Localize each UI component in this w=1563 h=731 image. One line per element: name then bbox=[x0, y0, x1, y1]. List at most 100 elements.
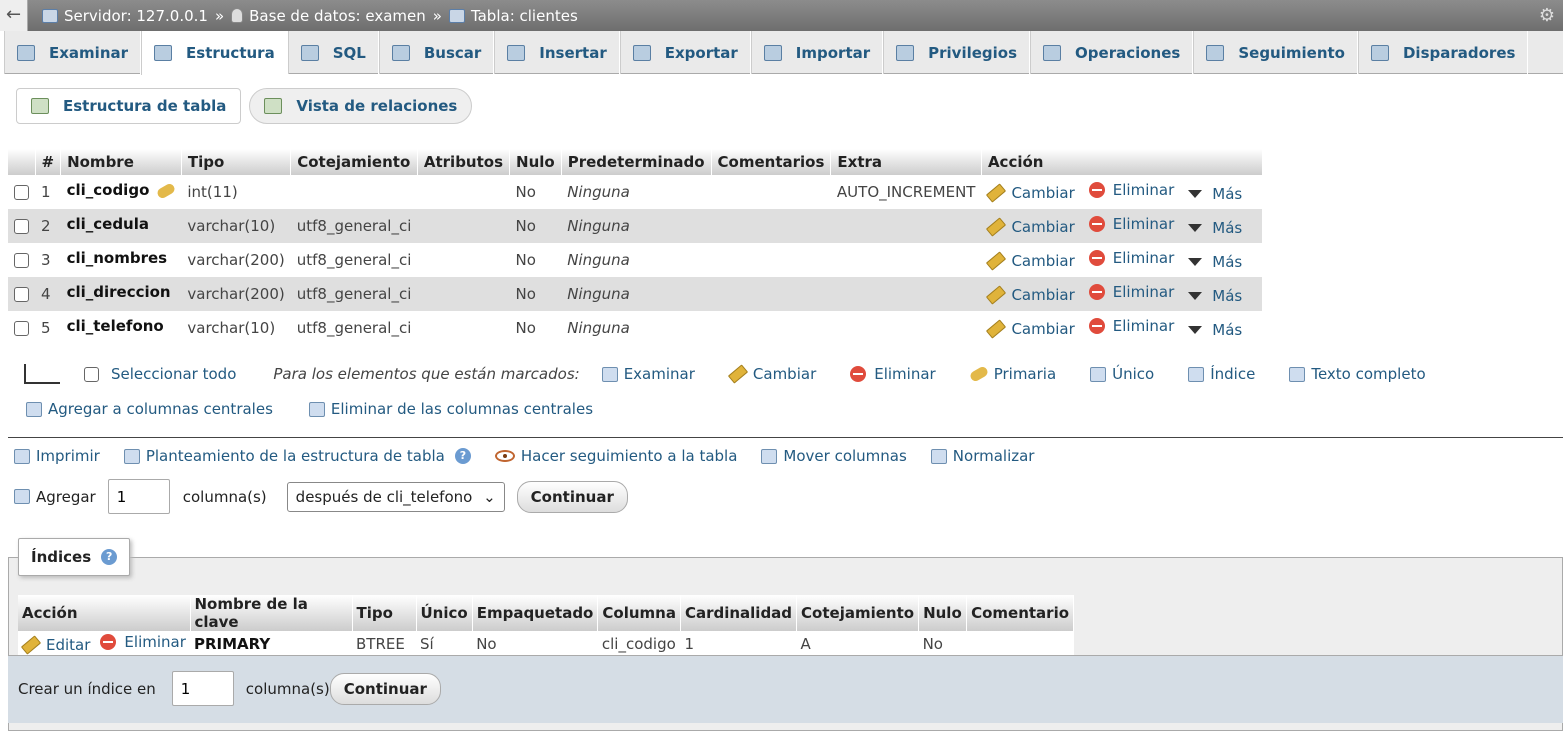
track-table-link[interactable]: Hacer seguimiento a la tabla bbox=[494, 447, 737, 465]
more-dropdown[interactable]: Más bbox=[1188, 219, 1242, 237]
column-default: Ninguna bbox=[561, 243, 712, 277]
column-header: Extra bbox=[830, 149, 982, 175]
change-link[interactable]: Cambiar bbox=[986, 217, 1075, 237]
delete-icon bbox=[1088, 216, 1105, 232]
relation-view-button[interactable]: Vista de relaciones bbox=[249, 88, 473, 124]
drop-link[interactable]: Eliminar bbox=[1088, 215, 1174, 233]
bulk-unique-button[interactable]: Único bbox=[1090, 365, 1154, 383]
tab-exportar[interactable]: Exportar bbox=[619, 31, 751, 74]
add-columns-count-input[interactable] bbox=[107, 479, 170, 514]
drop-index-link[interactable]: Eliminar bbox=[100, 633, 186, 651]
more-dropdown[interactable]: Más bbox=[1188, 287, 1242, 305]
row-checkbox[interactable] bbox=[14, 287, 29, 302]
column-position-value: después de cli_telefono bbox=[295, 487, 473, 506]
tab-sql[interactable]: SQL bbox=[287, 31, 379, 74]
column-header: Cotejamiento bbox=[290, 149, 418, 175]
tab-importar[interactable]: Importar bbox=[750, 31, 884, 74]
bulk-change-button[interactable]: Cambiar bbox=[727, 364, 816, 384]
drop-link[interactable]: Eliminar bbox=[1088, 249, 1174, 267]
sub-navigation: Estructura de tabla Vista de relaciones bbox=[16, 88, 473, 124]
breadcrumb-table[interactable]: Tabla: clientes bbox=[471, 7, 578, 25]
gear-icon[interactable]: ⚙ bbox=[1539, 5, 1555, 26]
column-name: cli_direccion bbox=[60, 277, 182, 311]
add-central-columns-button[interactable]: Agregar a columnas centrales bbox=[26, 400, 273, 418]
tracking-icon bbox=[1206, 44, 1225, 61]
column-null: No bbox=[509, 277, 562, 311]
primary-key-icon bbox=[968, 365, 989, 383]
row-checkbox[interactable] bbox=[14, 253, 29, 268]
row-actions: Cambiar Eliminar Más bbox=[981, 311, 1263, 345]
more-dropdown[interactable]: Más bbox=[1188, 253, 1242, 271]
print-link[interactable]: Imprimir bbox=[14, 447, 100, 465]
back-arrow-icon[interactable]: ← bbox=[0, 0, 28, 31]
tab-buscar[interactable]: Buscar bbox=[378, 31, 495, 74]
bulk-action-label: Eliminar bbox=[874, 365, 936, 383]
row-checkbox[interactable] bbox=[14, 321, 29, 336]
change-link[interactable]: Cambiar bbox=[986, 183, 1075, 203]
tab-estructura[interactable]: Estructura bbox=[141, 31, 288, 75]
row-number: 5 bbox=[35, 311, 61, 345]
move-columns-link[interactable]: Mover columnas bbox=[761, 447, 907, 465]
table-row: 4 cli_direccion varchar(200) utf8_genera… bbox=[8, 277, 1263, 311]
more-label: Más bbox=[1212, 219, 1243, 237]
bulk-actions: Seleccionar todo Para los elementos que … bbox=[24, 364, 1426, 384]
table-row: Editar Eliminar PRIMARY BTREE Sí No cli_c… bbox=[18, 631, 1074, 656]
bulk-fulltext-button[interactable]: Texto completo bbox=[1289, 365, 1426, 383]
pencil-icon bbox=[20, 635, 42, 655]
add-columns-continue-button[interactable]: Continuar bbox=[516, 480, 628, 513]
tab-operaciones[interactable]: Operaciones bbox=[1030, 31, 1194, 74]
tab-seguimiento[interactable]: Seguimiento bbox=[1193, 31, 1358, 74]
column-extra bbox=[830, 209, 982, 243]
edit-index-link[interactable]: Editar bbox=[20, 635, 90, 655]
help-icon[interactable]: ? bbox=[454, 448, 471, 464]
row-checkbox[interactable] bbox=[14, 185, 29, 200]
bulk-action-label: Índice bbox=[1210, 365, 1256, 383]
delete-icon bbox=[1088, 318, 1105, 334]
drop-link[interactable]: Eliminar bbox=[1088, 283, 1174, 301]
select-all-label[interactable]: Seleccionar todo bbox=[111, 365, 236, 383]
column-position-select[interactable]: después de cli_telefono ⌄ bbox=[286, 481, 505, 512]
tab-label: SQL bbox=[332, 43, 366, 62]
drop-label: Eliminar bbox=[1112, 181, 1175, 199]
select-all-checkbox[interactable] bbox=[84, 366, 99, 382]
change-link[interactable]: Cambiar bbox=[986, 251, 1075, 271]
column-default: Ninguna bbox=[561, 277, 712, 311]
table-structure-button[interactable]: Estructura de tabla bbox=[16, 88, 242, 124]
move-icon bbox=[761, 448, 778, 464]
breadcrumb-separator: » bbox=[214, 6, 225, 25]
remove-central-columns-button[interactable]: Eliminar de las columnas centrales bbox=[308, 400, 593, 418]
add-columns-form: Agregar columna(s) después de cli_telefo… bbox=[14, 479, 628, 514]
column-type: varchar(200) bbox=[181, 243, 291, 277]
tab-privilegios[interactable]: Privilegios bbox=[883, 31, 1031, 74]
table-header-row: Acción Nombre de la clave Tipo Único Emp… bbox=[18, 595, 1075, 631]
change-link[interactable]: Cambiar bbox=[986, 285, 1075, 305]
bulk-browse-button[interactable]: Examinar bbox=[601, 365, 695, 383]
delete-icon bbox=[100, 634, 117, 650]
help-icon[interactable]: ? bbox=[101, 549, 118, 565]
drop-link[interactable]: Eliminar bbox=[1088, 317, 1174, 335]
tab-label: Buscar bbox=[423, 43, 482, 62]
breadcrumb-server[interactable]: Servidor: 127.0.0.1 bbox=[64, 7, 208, 25]
breadcrumb-database[interactable]: Base de datos: examen bbox=[249, 7, 426, 25]
more-dropdown[interactable]: Más bbox=[1188, 185, 1242, 203]
tab-disparadores[interactable]: Disparadores bbox=[1357, 31, 1529, 74]
drop-link[interactable]: Eliminar bbox=[1088, 181, 1175, 199]
propose-structure-link[interactable]: Planteamiento de la estructura de tabla? bbox=[123, 447, 471, 465]
change-link[interactable]: Cambiar bbox=[986, 319, 1075, 339]
bulk-primary-button[interactable]: Primaria bbox=[968, 365, 1056, 383]
bulk-drop-button[interactable]: Eliminar bbox=[850, 365, 936, 383]
tab-examinar[interactable]: Examinar bbox=[4, 31, 142, 74]
normalize-link[interactable]: Normalizar bbox=[930, 447, 1034, 465]
row-checkbox[interactable] bbox=[14, 219, 29, 234]
more-label: Más bbox=[1212, 321, 1243, 339]
column-header[interactable]: Nombre bbox=[60, 149, 182, 175]
column-header: Acción bbox=[18, 595, 191, 631]
bulk-index-button[interactable]: Índice bbox=[1188, 365, 1255, 383]
more-dropdown[interactable]: Más bbox=[1188, 321, 1242, 339]
relation-icon bbox=[264, 98, 283, 114]
row-checkbox-cell bbox=[8, 311, 35, 345]
tab-insertar[interactable]: Insertar bbox=[494, 31, 620, 74]
create-index-count-input[interactable] bbox=[171, 671, 234, 706]
create-index-continue-button[interactable]: Continuar bbox=[329, 672, 441, 705]
column-null: No bbox=[509, 209, 562, 243]
